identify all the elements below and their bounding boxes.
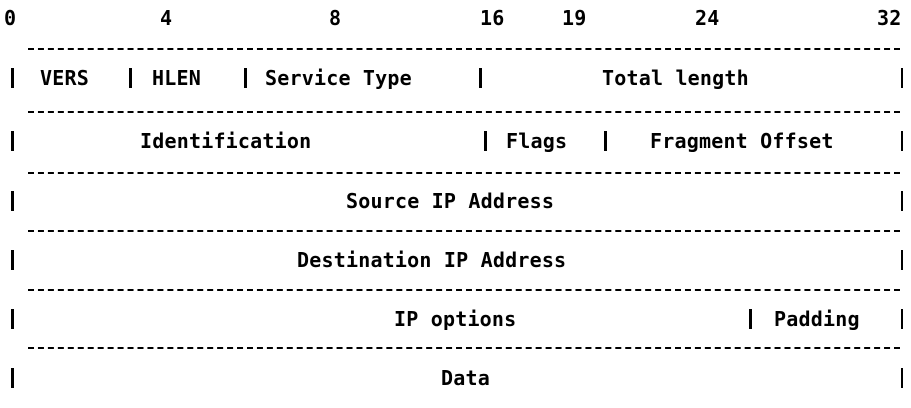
field-data: Data — [441, 366, 490, 390]
field-fragment-offset: Fragment Offset — [650, 129, 834, 153]
ip-header-diagram: 0 4 8 16 19 24 32 VERS HLEN Service Type… — [0, 0, 911, 408]
field-divider — [901, 309, 903, 329]
field-flags: Flags — [506, 129, 568, 153]
bit-label-0: 0 — [4, 6, 17, 30]
field-destination-ip-address: Destination IP Address — [297, 248, 567, 272]
field-divider — [479, 68, 482, 88]
field-vers: VERS — [40, 66, 89, 90]
field-divider — [11, 368, 14, 388]
field-divider — [901, 131, 903, 151]
field-divider — [11, 68, 14, 88]
field-divider — [749, 309, 752, 329]
bit-label-19: 19 — [562, 6, 587, 30]
field-divider — [11, 309, 14, 329]
bit-label-32: 32 — [877, 6, 902, 30]
separator-line — [28, 48, 900, 50]
field-divider — [129, 68, 132, 88]
field-divider — [11, 131, 14, 151]
field-divider — [901, 191, 903, 211]
field-total-length: Total length — [602, 66, 749, 90]
separator-line — [28, 289, 900, 291]
field-divider — [11, 191, 14, 211]
field-divider — [901, 250, 903, 270]
bit-label-8: 8 — [329, 6, 342, 30]
field-divider — [604, 131, 607, 151]
field-divider — [901, 368, 903, 388]
separator-line — [28, 172, 900, 174]
separator-line — [28, 347, 900, 349]
field-padding: Padding — [774, 307, 860, 331]
separator-line — [28, 230, 900, 232]
separator-line — [28, 111, 900, 113]
field-identification: Identification — [140, 129, 312, 153]
field-divider — [484, 131, 487, 151]
field-ip-options: IP options — [394, 307, 517, 331]
field-divider — [901, 68, 903, 88]
bit-label-16: 16 — [480, 6, 505, 30]
field-divider — [244, 68, 247, 88]
bit-label-24: 24 — [695, 6, 720, 30]
field-divider — [11, 250, 14, 270]
bit-label-4: 4 — [160, 6, 173, 30]
field-hlen: HLEN — [152, 66, 201, 90]
field-source-ip-address: Source IP Address — [346, 189, 555, 213]
field-service-type: Service Type — [265, 66, 412, 90]
